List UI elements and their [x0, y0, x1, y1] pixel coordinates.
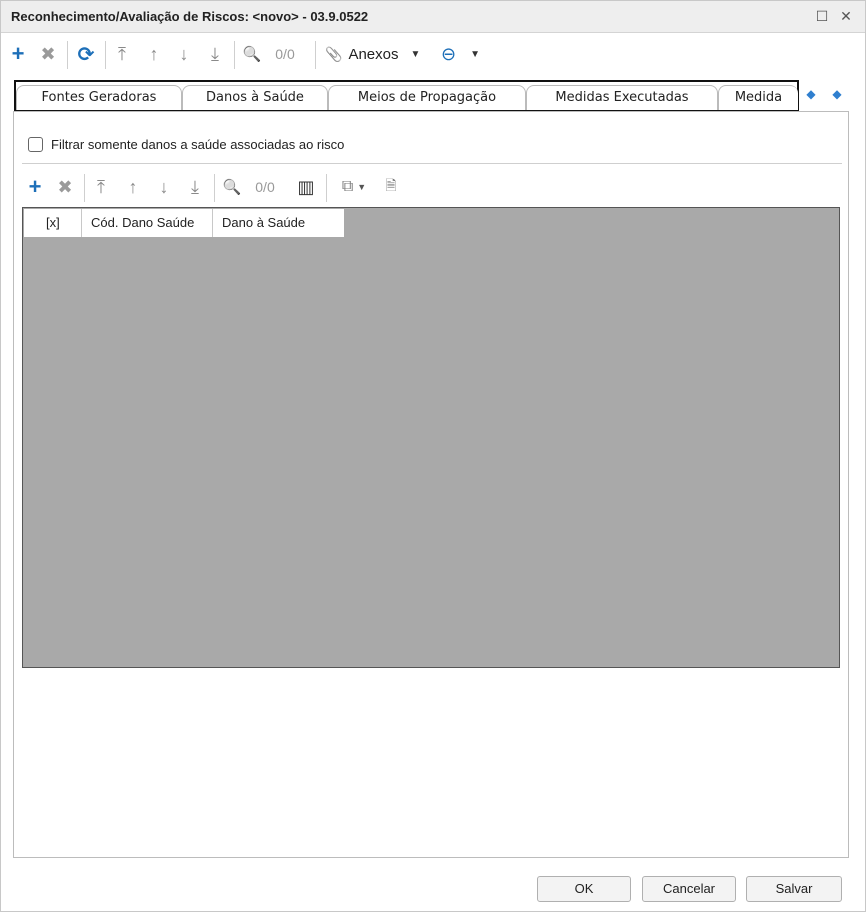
search-icon[interactable]: 🔍 [239, 37, 265, 71]
tab-panel-danos-saude: Filtrar somente danos a saúde associadas… [13, 111, 849, 858]
title-bar: Reconhecimento/Avaliação de Riscos: <nov… [1, 1, 865, 33]
toolbar-separator [326, 174, 327, 202]
anexos-button[interactable]: 📎 Anexos ▼ [325, 37, 437, 71]
grid-first-icon[interactable]: ⤒ [88, 170, 114, 204]
toolbar-separator [214, 174, 215, 202]
tab-scroll-left-icon[interactable]: ◆ [804, 87, 818, 103]
ok-button[interactable]: OK [537, 876, 631, 902]
toolbar-separator [105, 41, 106, 69]
tab-danos-saude[interactable]: Danos à Saúde [182, 85, 328, 110]
grid-add-icon[interactable]: + [22, 170, 48, 204]
maximize-button[interactable]: ☐ [813, 7, 831, 25]
export-icon: ⧉ [341, 178, 354, 195]
grid-search-icon[interactable]: 🔍 [219, 170, 245, 204]
filter-checkbox[interactable] [28, 136, 43, 152]
cancel-button[interactable]: Cancelar [642, 876, 736, 902]
main-toolbar: + ✖ ⟳ ⤒ ↑ ↓ ⤓ 🔍 0/0 📎 Anexos ▼ ⊖ ▼ [1, 37, 865, 73]
document-icon[interactable]: 🗎 [380, 170, 402, 204]
toolbar-separator [84, 174, 85, 202]
add-icon[interactable]: + [5, 37, 31, 71]
options-button[interactable]: ⊖ ▼ [441, 37, 497, 71]
grid-record-counter: 0/0 [255, 179, 275, 195]
delete-icon[interactable]: ✖ [35, 37, 61, 71]
last-record-icon[interactable]: ⤓ [202, 37, 228, 71]
divider [22, 163, 842, 164]
toolbar-separator [234, 41, 235, 69]
tab-fontes-geradoras[interactable]: Fontes Geradoras [16, 85, 182, 110]
tab-medida[interactable]: Medida [718, 85, 798, 110]
columns-icon[interactable]: ▥ [293, 170, 319, 204]
data-grid[interactable]: [x] Cód. Dano Saúde Dano à Saúde [22, 207, 840, 668]
column-cod-dano-saude[interactable]: Cód. Dano Saúde [82, 209, 213, 237]
grid-toolbar: + ✖ ⤒ ↑ ↓ ⤓ 🔍 0/0 ▥ ⧉ ▼ 🗎 [14, 170, 848, 204]
first-record-icon[interactable]: ⤒ [109, 37, 135, 71]
grid-next-icon[interactable]: ↓ [151, 170, 177, 204]
previous-record-icon[interactable]: ↑ [141, 37, 167, 71]
grid-prev-icon[interactable]: ↑ [120, 170, 146, 204]
options-icon: ⊖ [441, 43, 457, 64]
toolbar-separator [67, 41, 68, 69]
dialog-window: Reconhecimento/Avaliação de Riscos: <nov… [0, 0, 866, 912]
chevron-down-icon: ▼ [410, 48, 421, 60]
record-counter: 0/0 [275, 46, 295, 62]
next-record-icon[interactable]: ↓ [171, 37, 197, 71]
paperclip-icon: 📎 [325, 45, 343, 62]
refresh-icon[interactable]: ⟳ [73, 37, 99, 71]
grid-header: [x] Cód. Dano Saúde Dano à Saúde [24, 209, 344, 237]
filter-row: Filtrar somente danos a saúde associadas… [28, 135, 344, 153]
chevron-down-icon: ▼ [357, 182, 367, 192]
column-select[interactable]: [x] [24, 209, 82, 237]
toolbar-separator [315, 41, 316, 69]
tab-bar: Fontes Geradoras Danos à Saúde Meios de … [14, 80, 799, 112]
tab-scroll-right-icon[interactable]: ◆ [830, 87, 844, 103]
filter-label: Filtrar somente danos a saúde associadas… [51, 136, 345, 152]
chevron-down-icon: ▼ [470, 48, 480, 60]
anexos-label: Anexos [348, 45, 399, 63]
window-title: Reconhecimento/Avaliação de Riscos: <nov… [11, 9, 369, 24]
close-button[interactable]: ✕ [837, 7, 855, 25]
column-dano-saude[interactable]: Dano à Saúde [213, 209, 344, 237]
tab-medidas-executadas[interactable]: Medidas Executadas [526, 85, 718, 110]
export-button[interactable]: ⧉ ▼ [334, 170, 374, 204]
grid-last-icon[interactable]: ⤓ [182, 170, 208, 204]
tab-meios-propagacao[interactable]: Meios de Propagação [328, 85, 526, 110]
save-button[interactable]: Salvar [746, 876, 842, 902]
grid-delete-icon[interactable]: ✖ [52, 170, 78, 204]
